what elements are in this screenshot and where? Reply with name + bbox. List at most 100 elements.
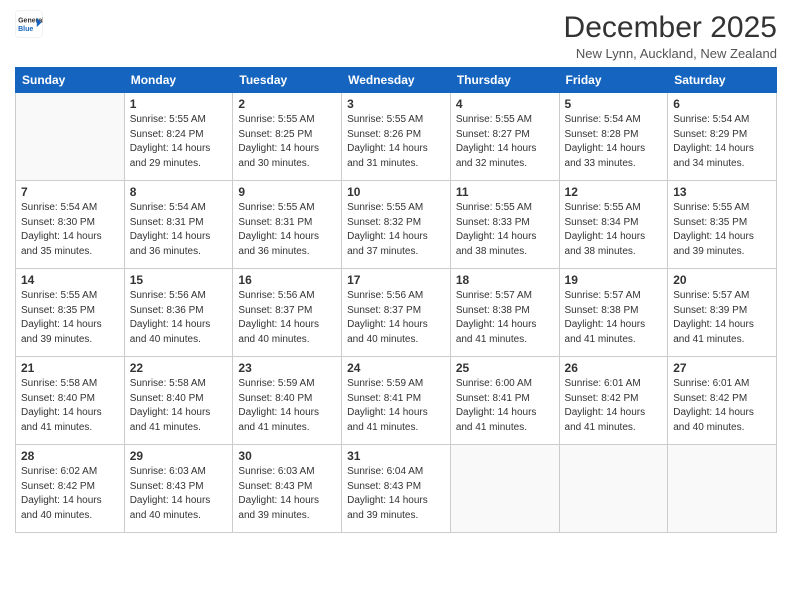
daylight-text-line2: and 40 minutes. bbox=[347, 334, 418, 345]
day-number: 31 bbox=[347, 449, 445, 463]
sunrise-text: Sunrise: 5:55 AM bbox=[21, 290, 97, 301]
daylight-text-line1: Daylight: 14 hours bbox=[238, 495, 319, 506]
calendar-cell: 6 Sunrise: 5:54 AMSunset: 8:29 PMDaylight… bbox=[668, 93, 777, 181]
daylight-text-line2: and 41 minutes. bbox=[130, 422, 201, 433]
daylight-text-line1: Daylight: 14 hours bbox=[565, 319, 646, 330]
sunset-text: Sunset: 8:36 PM bbox=[130, 305, 204, 316]
sunset-text: Sunset: 8:29 PM bbox=[673, 129, 747, 140]
day-number: 5 bbox=[565, 97, 663, 111]
daylight-text-line2: and 41 minutes. bbox=[673, 334, 744, 345]
sunset-text: Sunset: 8:38 PM bbox=[565, 305, 639, 316]
day-number: 12 bbox=[565, 185, 663, 199]
day-number: 14 bbox=[21, 273, 119, 287]
day-info: Sunrise: 5:55 AMSunset: 8:27 PMDaylight:… bbox=[456, 113, 554, 171]
day-number: 22 bbox=[130, 361, 228, 375]
daylight-text-line2: and 40 minutes. bbox=[21, 510, 92, 521]
sunset-text: Sunset: 8:40 PM bbox=[21, 393, 95, 404]
day-number: 2 bbox=[238, 97, 336, 111]
day-info: Sunrise: 6:00 AMSunset: 8:41 PMDaylight:… bbox=[456, 377, 554, 435]
calendar-cell bbox=[16, 93, 125, 181]
sunrise-text: Sunrise: 5:55 AM bbox=[347, 202, 423, 213]
day-info: Sunrise: 5:57 AM Sunset: 8:39 PM Daylight:… bbox=[673, 289, 771, 347]
sunrise-text: Sunrise: 5:57 AM bbox=[673, 290, 749, 301]
sunset-text: Sunset: 8:31 PM bbox=[238, 217, 312, 228]
calendar-cell: 7Sunrise: 5:54 AMSunset: 8:30 PMDaylight… bbox=[16, 181, 125, 269]
sunrise-text: Sunrise: 5:57 AM bbox=[565, 290, 641, 301]
sunrise-text: Sunrise: 6:00 AM bbox=[456, 378, 532, 389]
calendar-cell: 10Sunrise: 5:55 AMSunset: 8:32 PMDayligh… bbox=[342, 181, 451, 269]
calendar-cell: 22Sunrise: 5:58 AMSunset: 8:40 PMDayligh… bbox=[124, 357, 233, 445]
day-info: Sunrise: 5:55 AMSunset: 8:34 PMDaylight:… bbox=[565, 201, 663, 259]
weekday-header-cell: Sunday bbox=[16, 68, 125, 93]
day-number: 11 bbox=[456, 185, 554, 199]
calendar-cell: 23Sunrise: 5:59 AMSunset: 8:40 PMDayligh… bbox=[233, 357, 342, 445]
sunrise-text: Sunrise: 6:01 AM bbox=[565, 378, 641, 389]
day-info: Sunrise: 5:55 AMSunset: 8:24 PMDaylight:… bbox=[130, 113, 228, 171]
sunrise-text: Sunrise: 5:56 AM bbox=[238, 290, 314, 301]
logo: General Blue bbox=[15, 10, 46, 38]
day-number: 15 bbox=[130, 273, 228, 287]
daylight-text-line2: and 38 minutes. bbox=[456, 246, 527, 257]
sunset-text: Sunset: 8:39 PM bbox=[673, 305, 747, 316]
sunset-text: Sunset: 8:32 PM bbox=[347, 217, 421, 228]
sunrise-text: Sunrise: 6:01 AM bbox=[673, 378, 749, 389]
day-info: Sunrise: 5:58 AMSunset: 8:40 PMDaylight:… bbox=[21, 377, 119, 435]
sunrise-text: Sunrise: 5:59 AM bbox=[238, 378, 314, 389]
day-number: 4 bbox=[456, 97, 554, 111]
sunrise-text: Sunrise: 5:55 AM bbox=[456, 202, 532, 213]
calendar-cell: 24Sunrise: 5:59 AMSunset: 8:41 PMDayligh… bbox=[342, 357, 451, 445]
day-number: 6 bbox=[673, 97, 771, 111]
day-number: 17 bbox=[347, 273, 445, 287]
sunrise-text: Sunrise: 5:56 AM bbox=[130, 290, 206, 301]
title-block: December 2025 New Lynn, Auckland, New Ze… bbox=[564, 10, 777, 61]
day-info: Sunrise: 5:56 AMSunset: 8:37 PMDaylight:… bbox=[347, 289, 445, 347]
calendar-cell: 1Sunrise: 5:55 AMSunset: 8:24 PMDaylight… bbox=[124, 93, 233, 181]
daylight-text-line1: Daylight: 14 hours bbox=[456, 143, 537, 154]
sunset-text: Sunset: 8:43 PM bbox=[130, 481, 204, 492]
daylight-text-line2: and 41 minutes. bbox=[456, 334, 527, 345]
calendar-cell: 13Sunrise: 5:55 AMSunset: 8:35 PMDayligh… bbox=[668, 181, 777, 269]
day-number: 16 bbox=[238, 273, 336, 287]
day-number: 13 bbox=[673, 185, 771, 199]
sunset-text: Sunset: 8:41 PM bbox=[347, 393, 421, 404]
daylight-text-line1: Daylight: 14 hours bbox=[130, 231, 211, 242]
daylight-text-line1: Daylight: 14 hours bbox=[347, 319, 428, 330]
daylight-text-line2: and 41 minutes. bbox=[565, 422, 636, 433]
weekday-header-cell: Wednesday bbox=[342, 68, 451, 93]
sunset-text: Sunset: 8:43 PM bbox=[238, 481, 312, 492]
day-info: Sunrise: 6:03 AMSunset: 8:43 PMDaylight:… bbox=[130, 465, 228, 523]
calendar-cell: 14 Sunrise: 5:55 AMSunset: 8:35 PMDayligh… bbox=[16, 269, 125, 357]
weekday-header-cell: Tuesday bbox=[233, 68, 342, 93]
sunset-text: Sunset: 8:30 PM bbox=[21, 217, 95, 228]
calendar-cell: 4 Sunrise: 5:55 AMSunset: 8:27 PMDaylight… bbox=[450, 93, 559, 181]
day-number: 18 bbox=[456, 273, 554, 287]
calendar-cell: 12 Sunrise: 5:55 AMSunset: 8:34 PMDayligh… bbox=[559, 181, 668, 269]
daylight-text-line1: Daylight: 14 hours bbox=[673, 319, 754, 330]
daylight-text-line1: Daylight: 14 hours bbox=[565, 407, 646, 418]
day-number: 30 bbox=[238, 449, 336, 463]
calendar-cell: 8Sunrise: 5:54 AMSunset: 8:31 PMDaylight… bbox=[124, 181, 233, 269]
daylight-text-line2: and 29 minutes. bbox=[130, 158, 201, 169]
daylight-text-line2: and 40 minutes. bbox=[130, 334, 201, 345]
daylight-text-line2: and 36 minutes. bbox=[238, 246, 309, 257]
daylight-text-line2: and 31 minutes. bbox=[347, 158, 418, 169]
day-info: Sunrise: 5:55 AMSunset: 8:26 PMDaylight:… bbox=[347, 113, 445, 171]
sunrise-text: Sunrise: 5:54 AM bbox=[565, 114, 641, 125]
daylight-text-line1: Daylight: 14 hours bbox=[347, 231, 428, 242]
logo-icon: General Blue bbox=[15, 10, 43, 38]
sunrise-text: Sunrise: 6:03 AM bbox=[130, 466, 206, 477]
calendar-cell: 11Sunrise: 5:55 AMSunset: 8:33 PMDayligh… bbox=[450, 181, 559, 269]
sunrise-text: Sunrise: 6:04 AM bbox=[347, 466, 423, 477]
weekday-header-cell: Saturday bbox=[668, 68, 777, 93]
day-info: Sunrise: 5:55 AMSunset: 8:35 PMDaylight:… bbox=[21, 289, 119, 347]
calendar-cell bbox=[559, 445, 668, 533]
day-number: 25 bbox=[456, 361, 554, 375]
day-info: Sunrise: 5:54 AMSunset: 8:29 PMDaylight:… bbox=[673, 113, 771, 171]
sunrise-text: Sunrise: 5:55 AM bbox=[565, 202, 641, 213]
month-title: December 2025 bbox=[564, 10, 777, 46]
sunset-text: Sunset: 8:24 PM bbox=[130, 129, 204, 140]
sunset-text: Sunset: 8:38 PM bbox=[456, 305, 530, 316]
daylight-text-line1: Daylight: 14 hours bbox=[565, 143, 646, 154]
daylight-text-line1: Daylight: 14 hours bbox=[21, 495, 102, 506]
sunrise-text: Sunrise: 5:55 AM bbox=[673, 202, 749, 213]
